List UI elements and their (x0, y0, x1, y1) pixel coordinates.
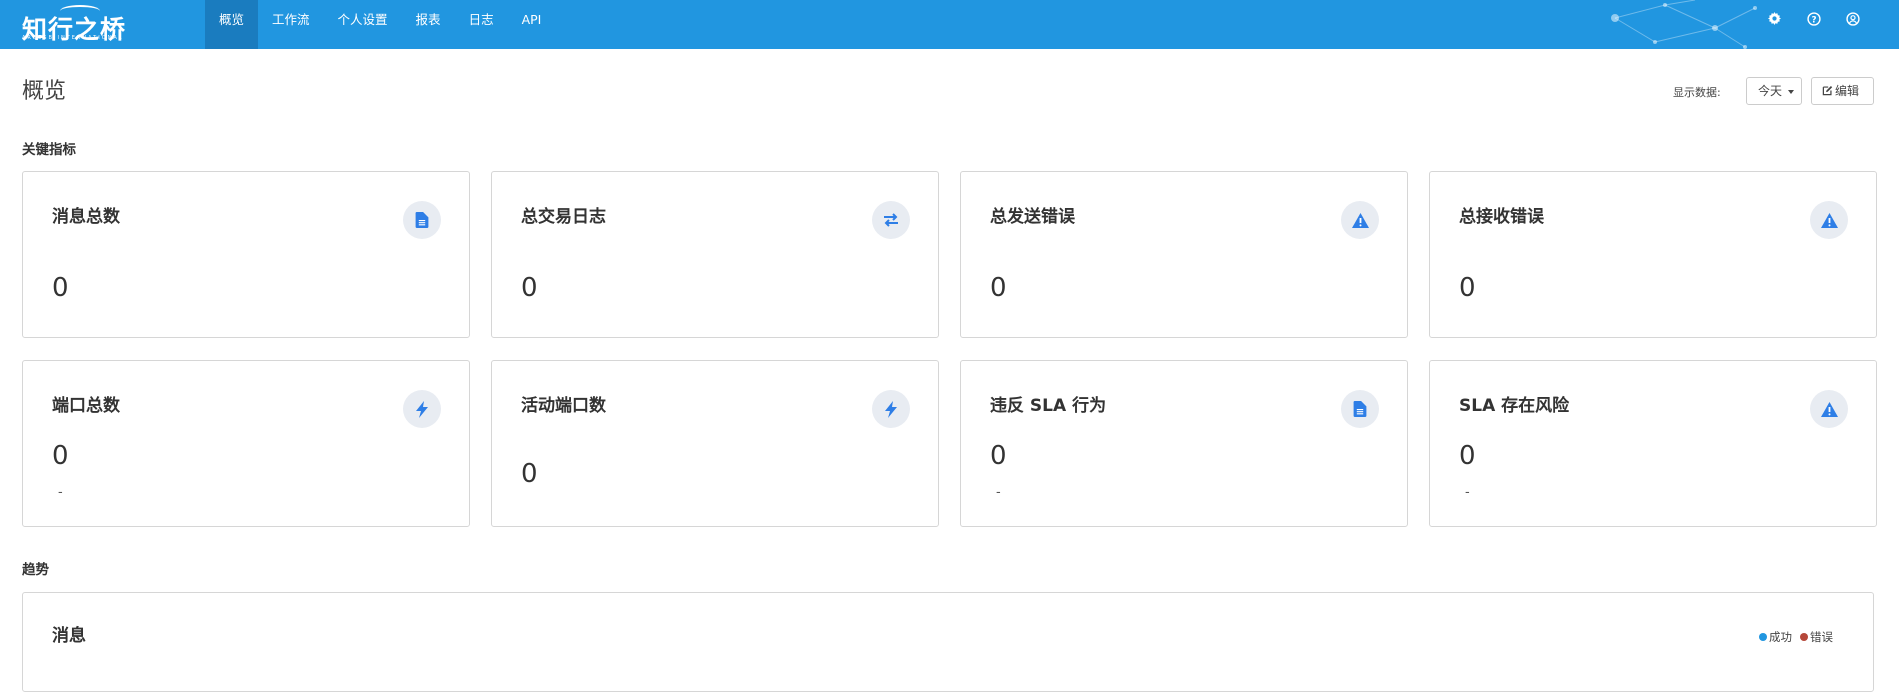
metric-title: 活动端口数 (521, 396, 606, 416)
brand-logo[interactable]: 知行之桥 ARCESB INTERNATIONAL (22, 4, 202, 44)
chart-legend: 成功 错误 (1759, 629, 1833, 645)
metric-value: 0 (990, 273, 1007, 303)
metric-value: 0 (52, 273, 69, 303)
metric-title: 总发送错误 (990, 207, 1075, 227)
trend-title: 消息 (52, 626, 86, 646)
metric-value: 0 (1459, 441, 1476, 471)
document-icon (1341, 390, 1379, 428)
warning-icon (1810, 390, 1848, 428)
metric-value: 0 (521, 459, 538, 489)
metric-title: 总接收错误 (1459, 207, 1544, 227)
date-range-value: 今天 (1758, 84, 1783, 98)
trend-section-label: 趋势 (22, 562, 49, 578)
display-data-label: 显示数据: (1673, 86, 1721, 99)
legend-label: 错误 (1810, 630, 1833, 644)
legend-item-error[interactable]: 错误 (1800, 629, 1833, 645)
metric-card-sla-at-risk: SLA 存在风险 0 - (1429, 360, 1877, 527)
edit-icon (1822, 86, 1833, 96)
legend-label: 成功 (1769, 630, 1792, 644)
metric-title: 消息总数 (52, 207, 120, 227)
main-nav: 概览 工作流 个人设置 报表 日志 API (205, 0, 555, 49)
metric-card-sla-violations: 违反 SLA 行为 0 - (960, 360, 1408, 527)
metric-card-active-ports: 活动端口数 0 (491, 360, 939, 527)
user-icon[interactable] (1844, 10, 1861, 27)
top-navbar: 知行之桥 ARCESB INTERNATIONAL 概览 工作流 个人设置 报表… (0, 0, 1899, 49)
legend-dot (1800, 633, 1808, 641)
svg-text:?: ? (1811, 15, 1816, 25)
logo-subtext: ARCESB INTERNATIONAL (22, 35, 124, 41)
metric-value: 0 (521, 273, 538, 303)
metric-card-total-messages: 消息总数 0 (22, 171, 470, 338)
gear-icon[interactable] (1766, 10, 1783, 27)
nav-item-workflow[interactable]: 工作流 (258, 0, 324, 49)
warning-icon (1341, 201, 1379, 239)
network-decoration (1611, 0, 1757, 49)
trend-card-messages: 消息 成功 错误 (22, 592, 1874, 692)
metric-title: 总交易日志 (521, 207, 606, 227)
exchange-icon (872, 201, 910, 239)
metric-value: 0 (1459, 273, 1476, 303)
metrics-section-label: 关键指标 (22, 142, 76, 158)
metric-card-send-errors: 总发送错误 0 (960, 171, 1408, 338)
bolt-icon (872, 390, 910, 428)
metric-value: 0 (990, 441, 1007, 471)
nav-item-api[interactable]: API (508, 0, 556, 49)
metric-card-transaction-logs: 总交易日志 0 (491, 171, 939, 338)
page-title: 概览 (22, 79, 67, 104)
warning-icon (1810, 201, 1848, 239)
nav-item-profile[interactable]: 个人设置 (324, 0, 402, 49)
bolt-icon (403, 390, 441, 428)
nav-item-overview[interactable]: 概览 (205, 0, 259, 49)
metric-title: 端口总数 (52, 396, 120, 416)
metric-title: SLA 存在风险 (1459, 396, 1570, 416)
nav-item-reports[interactable]: 报表 (402, 0, 455, 49)
nav-item-logs[interactable]: 日志 (455, 0, 508, 49)
metric-title: 违反 SLA 行为 (990, 396, 1107, 416)
metric-card-receive-errors: 总接收错误 0 (1429, 171, 1877, 338)
metric-subtext: - (1465, 485, 1470, 500)
caret-down-icon (1788, 90, 1794, 94)
metric-card-total-ports: 端口总数 0 - (22, 360, 470, 527)
legend-item-success[interactable]: 成功 (1759, 629, 1792, 645)
metric-subtext: - (996, 485, 1001, 500)
top-icon-group: ? (1766, 10, 1861, 27)
legend-dot (1759, 633, 1767, 641)
edit-button[interactable]: 编辑 (1811, 77, 1874, 105)
metric-subtext: - (58, 485, 63, 500)
document-icon (403, 201, 441, 239)
edit-button-label: 编辑 (1835, 84, 1860, 98)
date-range-select[interactable]: 今天 (1746, 77, 1802, 105)
help-icon[interactable]: ? (1805, 10, 1822, 27)
metric-value: 0 (52, 441, 69, 471)
